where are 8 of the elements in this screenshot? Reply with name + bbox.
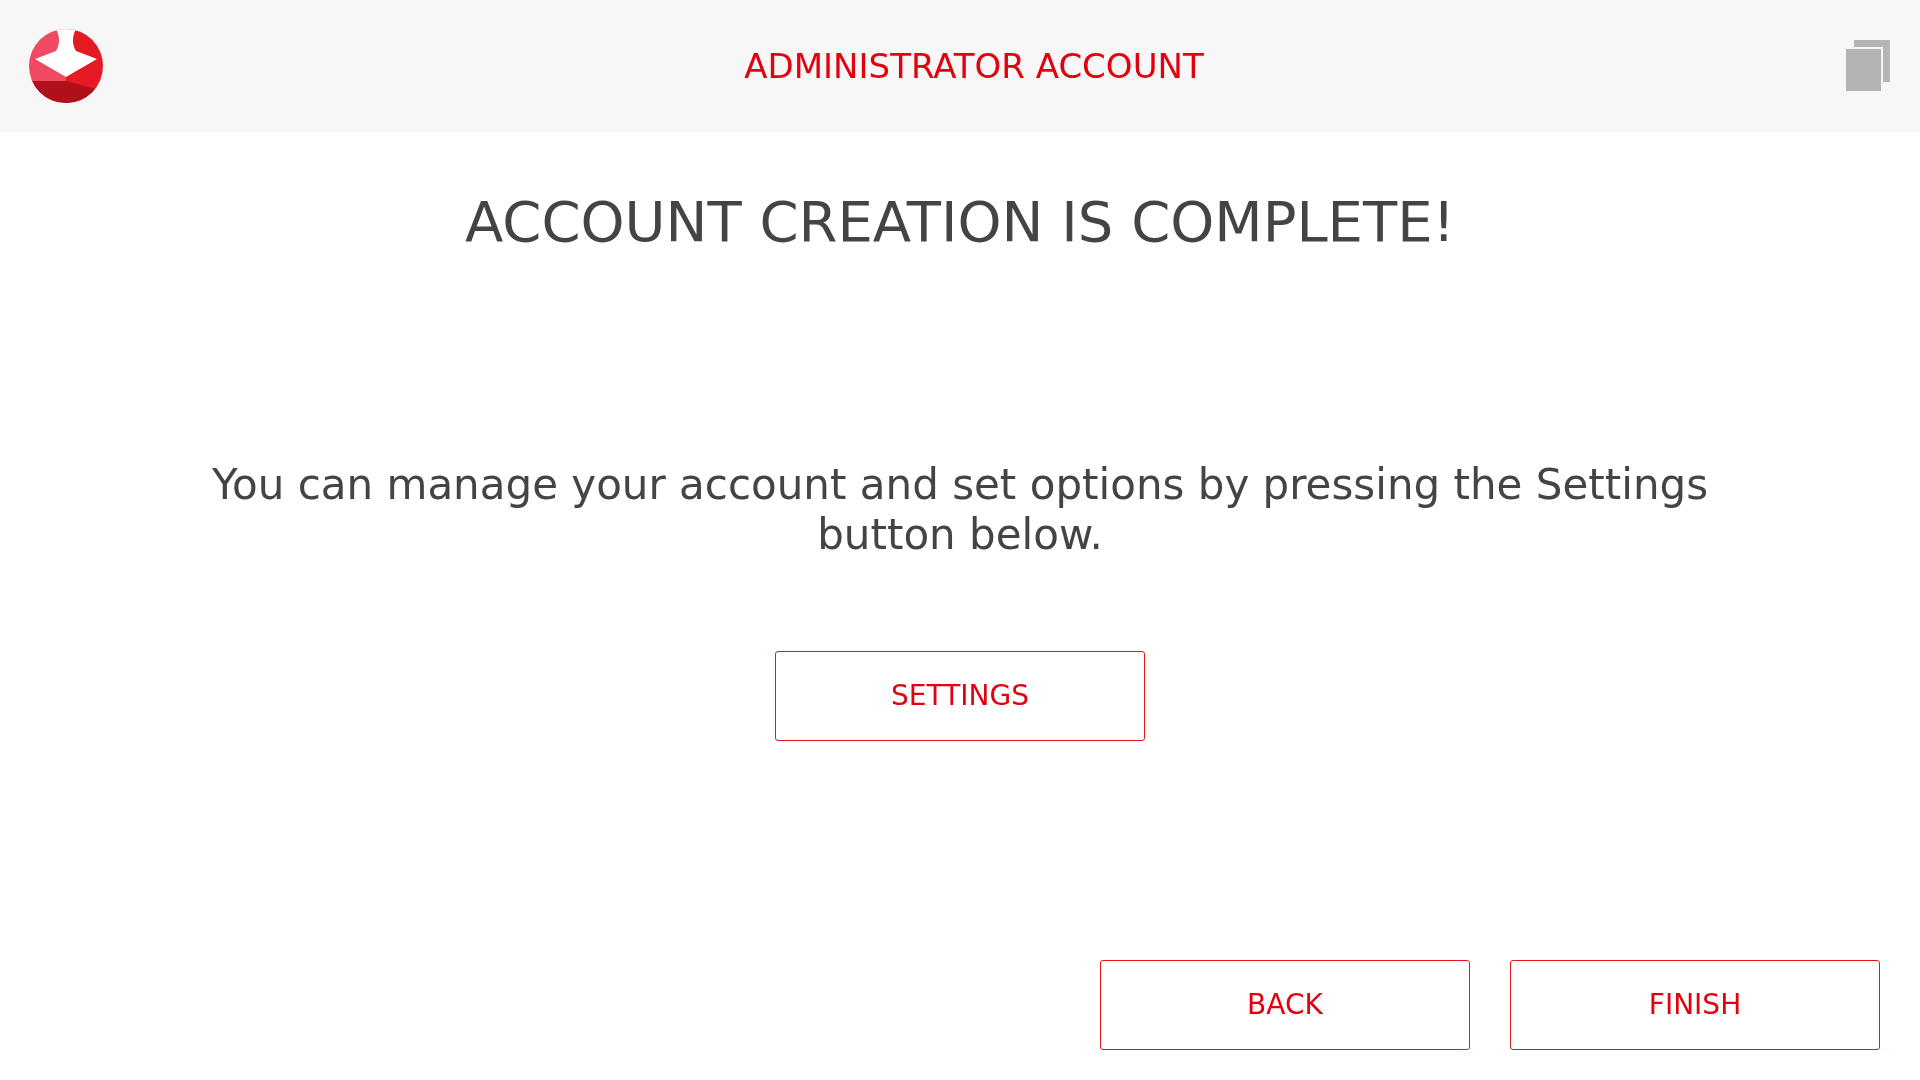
back-button[interactable]: BACK [1100, 960, 1470, 1050]
copy-icon[interactable] [1845, 40, 1891, 92]
finish-button[interactable]: FINISH [1510, 960, 1880, 1050]
page-heading: ACCOUNT CREATION IS COMPLETE! [464, 188, 1456, 256]
header-title: ADMINISTRATOR ACCOUNT [744, 44, 1204, 88]
instruction-text: You can manage your account and set options by pressing the Settings button below. [210, 460, 1710, 560]
logo-icon [29, 29, 103, 103]
settings-button[interactable]: SETTINGS [775, 651, 1145, 741]
